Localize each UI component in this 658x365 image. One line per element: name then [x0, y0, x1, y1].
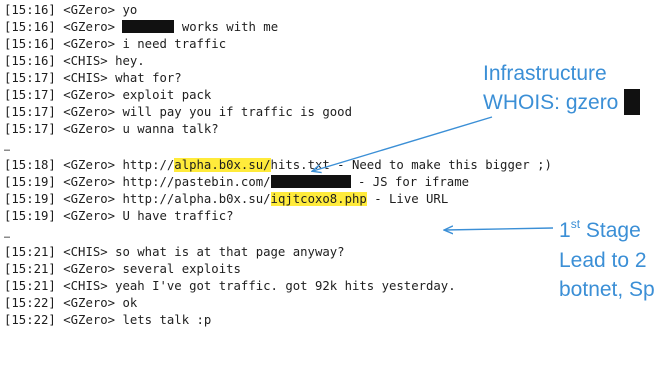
stage-line2: Lead to 2: [559, 249, 647, 272]
stage-line3: botnet, Sp: [559, 278, 655, 301]
annotation-arrows: [0, 116, 554, 365]
infrastructure-label: Infrastructure: [483, 62, 607, 85]
stage-label: 1st Stage: [559, 217, 641, 242]
stage-arrow: [445, 228, 554, 230]
whois-label: WHOIS: gzero: [483, 89, 641, 116]
infrastructure-arrow: [313, 116, 493, 171]
redaction-box: [624, 89, 641, 115]
